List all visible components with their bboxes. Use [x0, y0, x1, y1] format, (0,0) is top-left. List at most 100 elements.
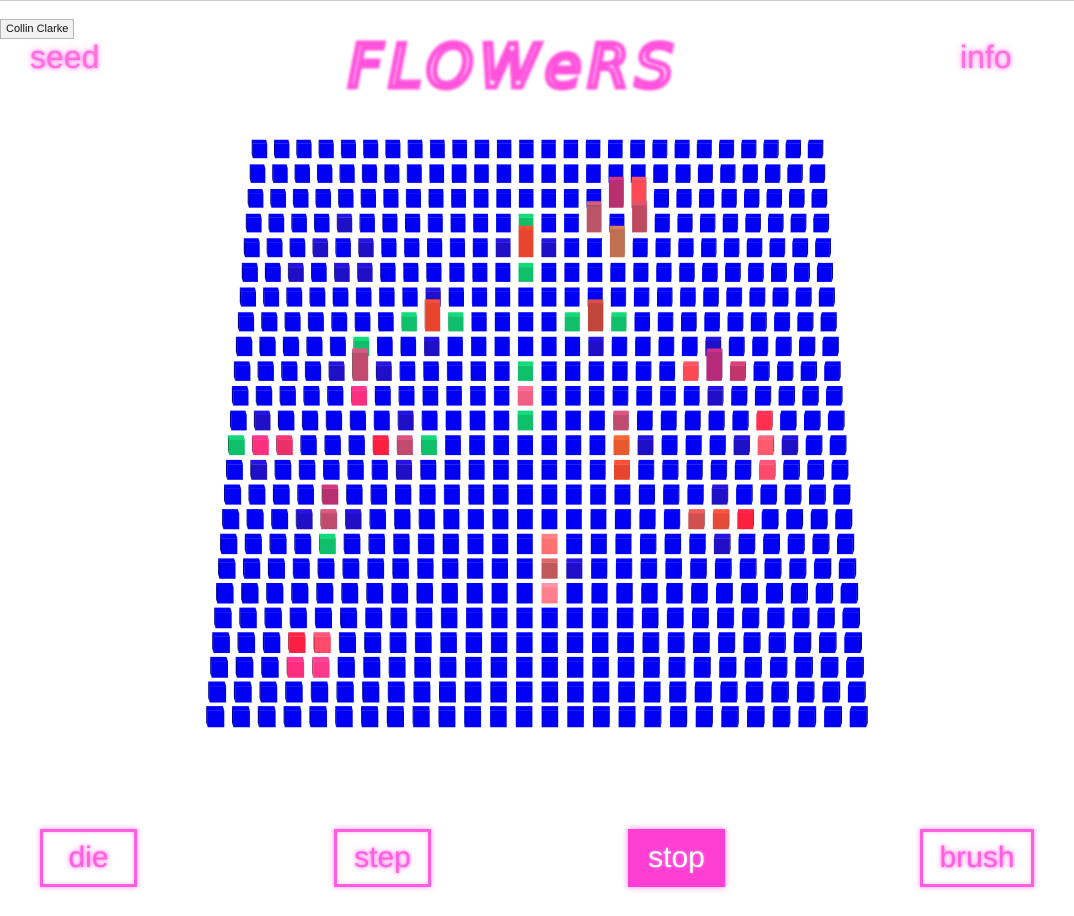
brush-button[interactable]: brush: [920, 829, 1034, 887]
grid-cell[interactable]: [824, 706, 842, 728]
grid-cell[interactable]: [440, 607, 458, 629]
grid-cell[interactable]: [765, 583, 783, 604]
grid-cell[interactable]: [701, 238, 717, 258]
grid-cell[interactable]: [789, 558, 807, 579]
grid-cell[interactable]: [541, 459, 558, 480]
grid-cell[interactable]: [844, 632, 862, 653]
flower-cell[interactable]: [730, 361, 746, 381]
flower-cell[interactable]: [495, 238, 511, 258]
grid-cell[interactable]: [566, 533, 583, 555]
grid-cell[interactable]: [370, 484, 387, 505]
flower-cell[interactable]: [321, 484, 339, 505]
flower-cell[interactable]: [353, 336, 370, 357]
grid-cell[interactable]: [640, 533, 657, 555]
grid-cell[interactable]: [212, 632, 230, 653]
grid-cell[interactable]: [812, 533, 830, 555]
flower-cell[interactable]: [631, 176, 647, 208]
grid-cell[interactable]: [492, 484, 509, 505]
grid-cell[interactable]: [588, 386, 605, 406]
grid-cell[interactable]: [237, 632, 256, 653]
grid-cell[interactable]: [630, 139, 645, 159]
grid-cell[interactable]: [564, 287, 580, 307]
grid-cell[interactable]: [314, 213, 330, 233]
grid-cell[interactable]: [451, 189, 466, 208]
grid-cell[interactable]: [378, 312, 394, 332]
grid-cell[interactable]: [565, 361, 581, 381]
grid-cell[interactable]: [496, 164, 512, 183]
grid-cell[interactable]: [392, 558, 409, 579]
grid-cell[interactable]: [443, 484, 460, 505]
grid-cell[interactable]: [587, 287, 603, 307]
grid-cell[interactable]: [716, 583, 733, 604]
grid-cell[interactable]: [747, 706, 765, 728]
grid-cell[interactable]: [849, 706, 868, 728]
grid-cell[interactable]: [491, 607, 508, 629]
grid-cell[interactable]: [541, 336, 557, 357]
grid-cell[interactable]: [795, 287, 812, 307]
flower-cell[interactable]: [421, 435, 437, 456]
flower-cell[interactable]: [712, 509, 730, 530]
grid-cell[interactable]: [292, 189, 309, 208]
grid-cell[interactable]: [615, 558, 633, 579]
grid-cell[interactable]: [450, 213, 466, 233]
grid-cell[interactable]: [652, 139, 668, 159]
flower-cell[interactable]: [518, 213, 534, 233]
grid-cell[interactable]: [563, 139, 579, 159]
grid-cell[interactable]: [805, 435, 823, 456]
grid-cell[interactable]: [298, 459, 316, 480]
grid-cell[interactable]: [490, 706, 507, 728]
grid-cell[interactable]: [714, 558, 732, 579]
grid-cell[interactable]: [702, 262, 718, 282]
grid-cell[interactable]: [666, 583, 683, 604]
grid-cell[interactable]: [697, 164, 713, 183]
grid-cell[interactable]: [565, 435, 582, 456]
grid-cell[interactable]: [657, 312, 674, 332]
grid-cell[interactable]: [399, 361, 416, 381]
grid-cell[interactable]: [389, 632, 407, 653]
grid-cell[interactable]: [272, 484, 290, 505]
grid-cell[interactable]: [566, 656, 584, 678]
grid-cell[interactable]: [567, 706, 584, 728]
grid-cell[interactable]: [361, 164, 378, 183]
grid-cell[interactable]: [235, 336, 253, 357]
grid-cell[interactable]: [640, 558, 658, 579]
grid-cell[interactable]: [686, 459, 703, 480]
grid-cell[interactable]: [750, 312, 767, 332]
grid-cell[interactable]: [360, 189, 376, 208]
grid-cell[interactable]: [304, 361, 322, 381]
grid-cell[interactable]: [294, 164, 310, 183]
grid-cell[interactable]: [752, 336, 769, 357]
grid-cell[interactable]: [820, 656, 839, 678]
grid-cell[interactable]: [720, 681, 738, 703]
flower-cell[interactable]: [228, 435, 245, 456]
grid-cell[interactable]: [670, 706, 688, 728]
grid-cell[interactable]: [745, 213, 761, 233]
grid-cell[interactable]: [445, 435, 461, 456]
grid-cell[interactable]: [795, 656, 813, 678]
grid-cell[interactable]: [261, 312, 278, 332]
grid-cell[interactable]: [300, 435, 317, 456]
grid-cell[interactable]: [474, 139, 490, 159]
flower-cell[interactable]: [541, 238, 557, 258]
grid-cell[interactable]: [415, 607, 433, 629]
grid-cell[interactable]: [243, 238, 260, 258]
grid-cell[interactable]: [655, 238, 671, 258]
grid-cell[interactable]: [807, 139, 824, 159]
grid-cell[interactable]: [494, 361, 510, 381]
grid-cell[interactable]: [470, 361, 487, 381]
grid-cell[interactable]: [824, 361, 841, 381]
grid-cell[interactable]: [405, 213, 421, 233]
grid-cell[interactable]: [465, 632, 483, 653]
grid-cell[interactable]: [390, 607, 408, 629]
grid-cell[interactable]: [206, 706, 225, 728]
grid-cell[interactable]: [639, 509, 656, 530]
flower-cell[interactable]: [396, 435, 413, 456]
die-button[interactable]: die: [40, 829, 137, 887]
grid-cell[interactable]: [771, 262, 787, 282]
grid-cell[interactable]: [314, 607, 332, 629]
flower-cell[interactable]: [682, 361, 699, 381]
grid-cell[interactable]: [285, 681, 303, 703]
grid-cell[interactable]: [515, 706, 533, 728]
grid-cell[interactable]: [618, 681, 635, 703]
grid-cell[interactable]: [708, 410, 725, 431]
